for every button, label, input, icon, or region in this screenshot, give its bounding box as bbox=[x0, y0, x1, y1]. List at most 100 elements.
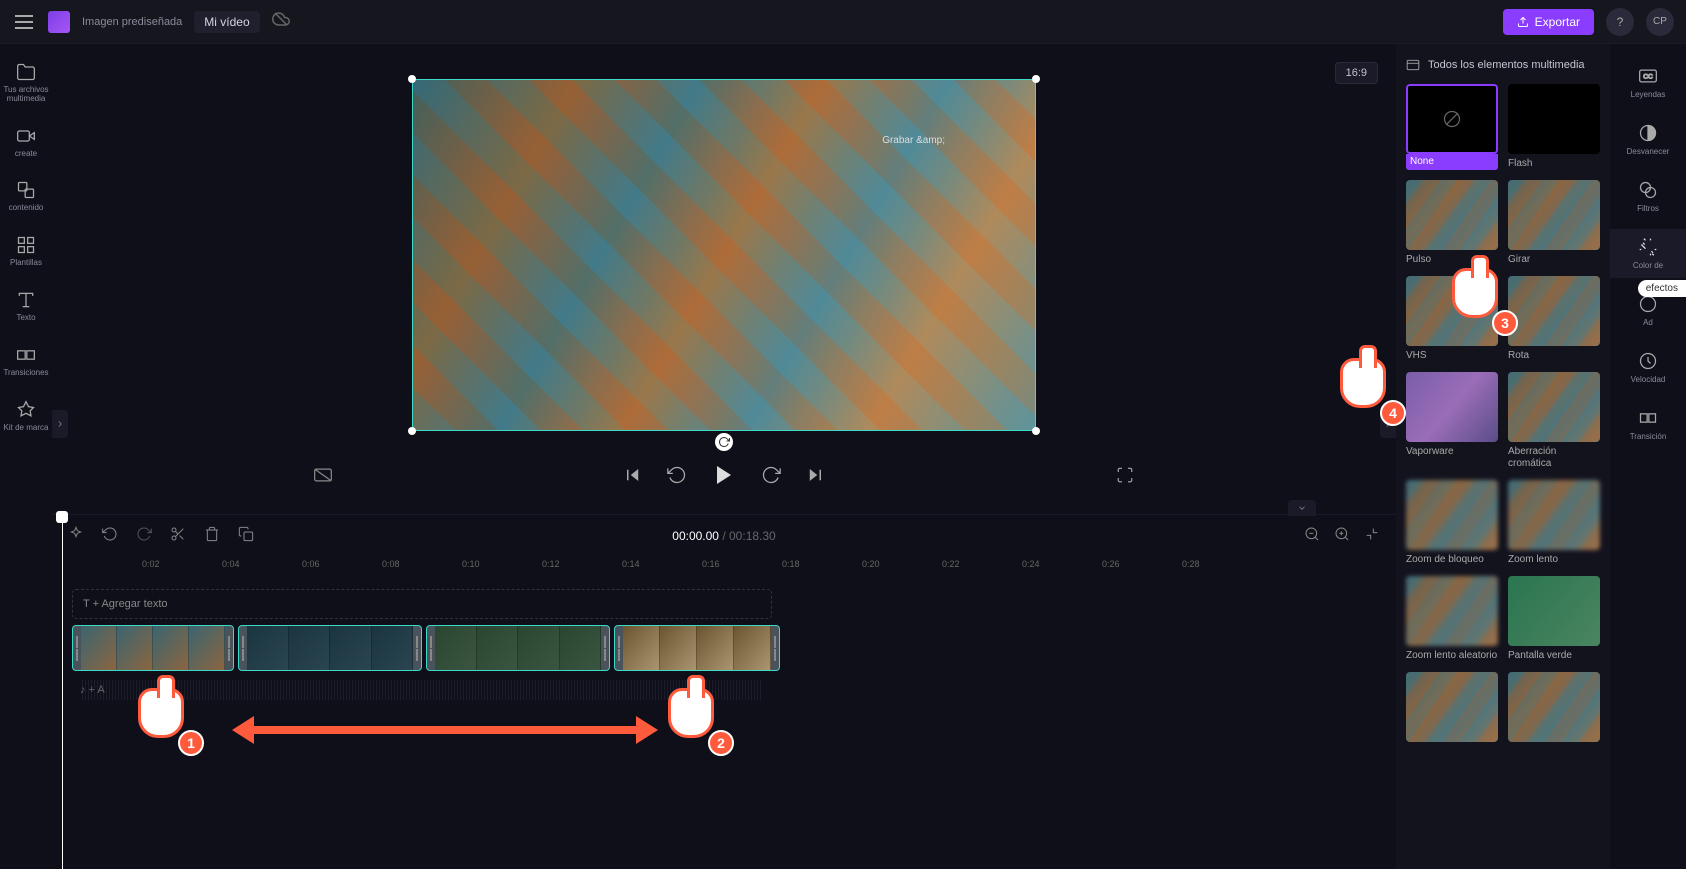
forward-button[interactable] bbox=[760, 464, 782, 486]
effects-tooltip: efectos bbox=[1638, 280, 1686, 297]
menu-button[interactable] bbox=[12, 10, 36, 34]
effect-item-rota[interactable]: Rota bbox=[1508, 276, 1600, 362]
annotation-arrow bbox=[250, 726, 640, 734]
preview-overlay-label: Grabar &amp; bbox=[882, 135, 945, 146]
sidebar-item-templates[interactable]: Plantillas bbox=[0, 227, 52, 276]
delete-button[interactable] bbox=[204, 526, 220, 547]
effect-item-none[interactable]: None bbox=[1406, 84, 1498, 170]
effect-item-unnamed[interactable] bbox=[1508, 672, 1600, 746]
clip-handle-left[interactable] bbox=[427, 626, 435, 670]
right-sidebar: CC Leyendas Desvanecer Filtros Color de … bbox=[1610, 44, 1686, 869]
timeline-clip[interactable] bbox=[426, 625, 610, 671]
timeline-ruler[interactable]: 0:020:040:060:080:100:120:140:160:180:20… bbox=[62, 557, 1396, 579]
clip-handle-left[interactable] bbox=[615, 626, 623, 670]
export-button[interactable]: Exportar bbox=[1503, 9, 1594, 35]
auto-enhance-button[interactable] bbox=[68, 526, 84, 547]
help-button[interactable]: ? bbox=[1606, 8, 1634, 36]
video-preview[interactable]: Grabar &amp; bbox=[412, 79, 1036, 431]
sidebar-item-record[interactable]: create bbox=[0, 118, 52, 167]
effect-item-unnamed[interactable] bbox=[1406, 672, 1498, 746]
rsidebar-label: Filtros bbox=[1637, 204, 1659, 213]
fullscreen-button[interactable] bbox=[1114, 464, 1136, 486]
rotate-handle[interactable] bbox=[715, 433, 733, 451]
effect-label: Zoom de bloqueo bbox=[1406, 554, 1498, 566]
rsidebar-filters[interactable]: Filtros bbox=[1610, 172, 1686, 221]
duplicate-button[interactable] bbox=[238, 526, 254, 547]
play-button[interactable] bbox=[710, 461, 738, 489]
annotation-pointer-4: 4 bbox=[1340, 358, 1396, 420]
skip-forward-button[interactable] bbox=[804, 464, 826, 486]
effect-item-girar[interactable]: Girar bbox=[1508, 180, 1600, 266]
aspect-ratio-button[interactable]: 16:9 bbox=[1335, 62, 1378, 84]
speed-icon bbox=[1638, 351, 1658, 371]
stack-icon bbox=[16, 180, 36, 200]
effect-label: Girar bbox=[1508, 254, 1600, 266]
effect-thumbnail bbox=[1508, 372, 1600, 442]
sidebar-item-media[interactable]: Tus archivos multimedia bbox=[0, 54, 52, 112]
sidebar-item-label: Kit de marca bbox=[4, 424, 49, 433]
effect-thumbnail bbox=[1406, 180, 1498, 250]
effect-thumbnail bbox=[1406, 480, 1498, 550]
safe-zone-toggle[interactable] bbox=[312, 464, 334, 486]
annotation-pointer-1: 1 bbox=[138, 688, 194, 750]
rsidebar-color[interactable]: Color de bbox=[1610, 229, 1686, 278]
effect-item-vaporware[interactable]: Vaporware bbox=[1406, 372, 1498, 470]
effect-item-zoom-lento[interactable]: Zoom lento bbox=[1508, 480, 1600, 566]
sidebar-item-text[interactable]: Texto bbox=[0, 282, 52, 331]
timeline-clip[interactable] bbox=[238, 625, 422, 671]
undo-button[interactable] bbox=[102, 526, 118, 547]
effect-item-pulso[interactable]: Pulso bbox=[1406, 180, 1498, 266]
skip-back-button[interactable] bbox=[622, 464, 644, 486]
filters-icon bbox=[1638, 180, 1658, 200]
rsidebar-fade[interactable]: Desvanecer bbox=[1610, 115, 1686, 164]
audio-track-label: ♪ + A bbox=[80, 684, 105, 696]
effect-label: Vaporware bbox=[1406, 446, 1498, 458]
zoom-in-button[interactable] bbox=[1334, 526, 1350, 547]
left-sidebar: Tus archivos multimedia create contenido… bbox=[0, 44, 52, 869]
sidebar-item-content[interactable]: contenido bbox=[0, 172, 52, 221]
redo-button[interactable] bbox=[136, 526, 152, 547]
collapse-bottom-button[interactable] bbox=[1288, 500, 1316, 516]
effect-item-flash[interactable]: Flash bbox=[1508, 84, 1600, 170]
zoom-out-button[interactable] bbox=[1304, 526, 1320, 547]
clip-handle-left[interactable] bbox=[73, 626, 81, 670]
project-title[interactable]: Mi vídeo bbox=[194, 11, 259, 33]
timeline-area: 00:00.00 / 00:18.30 0:020:040:060:080:10… bbox=[52, 514, 1396, 869]
resize-handle-tl[interactable] bbox=[408, 75, 416, 83]
effect-item-aberración-cromática[interactable]: Aberración cromática bbox=[1508, 372, 1600, 470]
rsidebar-captions[interactable]: CC Leyendas bbox=[1610, 58, 1686, 107]
resize-handle-bl[interactable] bbox=[408, 427, 416, 435]
rsidebar-speed[interactable]: Velocidad bbox=[1610, 343, 1686, 392]
timeline-clip[interactable] bbox=[72, 625, 234, 671]
fade-icon bbox=[1638, 123, 1658, 143]
effect-label: Zoom lento bbox=[1508, 554, 1600, 566]
clip-handle-left[interactable] bbox=[239, 626, 247, 670]
resize-handle-tr[interactable] bbox=[1032, 75, 1040, 83]
svg-text:CC: CC bbox=[1643, 74, 1653, 81]
split-button[interactable] bbox=[170, 526, 186, 547]
text-track-placeholder[interactable]: T + Agregar texto bbox=[72, 589, 772, 619]
clip-handle-right[interactable] bbox=[225, 626, 233, 670]
effect-item-zoom-lento-aleatorio[interactable]: Zoom lento aleatorio bbox=[1406, 576, 1498, 662]
effect-item-pantalla-verde[interactable]: Pantalla verde bbox=[1508, 576, 1600, 662]
rewind-button[interactable] bbox=[666, 464, 688, 486]
clip-handle-right[interactable] bbox=[413, 626, 421, 670]
effect-label: Flash bbox=[1508, 158, 1600, 170]
rsidebar-label: Velocidad bbox=[1631, 375, 1666, 384]
ruler-tick: 0:28 bbox=[1182, 559, 1200, 569]
preview-area: 16:9 Grabar &amp; bbox=[52, 44, 1396, 514]
timeline-clip[interactable] bbox=[614, 625, 780, 671]
preview-canvas[interactable]: Grabar &amp; bbox=[412, 79, 1036, 431]
sidebar-item-transitions[interactable]: Transiciones bbox=[0, 337, 52, 386]
ruler-tick: 0:02 bbox=[142, 559, 160, 569]
playhead[interactable] bbox=[62, 515, 63, 869]
rsidebar-transition[interactable]: Transición bbox=[1610, 400, 1686, 449]
effect-item-zoom-de-bloqueo[interactable]: Zoom de bloqueo bbox=[1406, 480, 1498, 566]
effect-thumbnail bbox=[1406, 372, 1498, 442]
sidebar-item-brand[interactable]: Kit de marca bbox=[0, 392, 52, 441]
clip-handle-right[interactable] bbox=[601, 626, 609, 670]
resize-handle-br[interactable] bbox=[1032, 427, 1040, 435]
user-avatar[interactable]: CP bbox=[1646, 8, 1674, 36]
clip-handle-right[interactable] bbox=[771, 626, 779, 670]
fit-timeline-button[interactable] bbox=[1364, 526, 1380, 547]
